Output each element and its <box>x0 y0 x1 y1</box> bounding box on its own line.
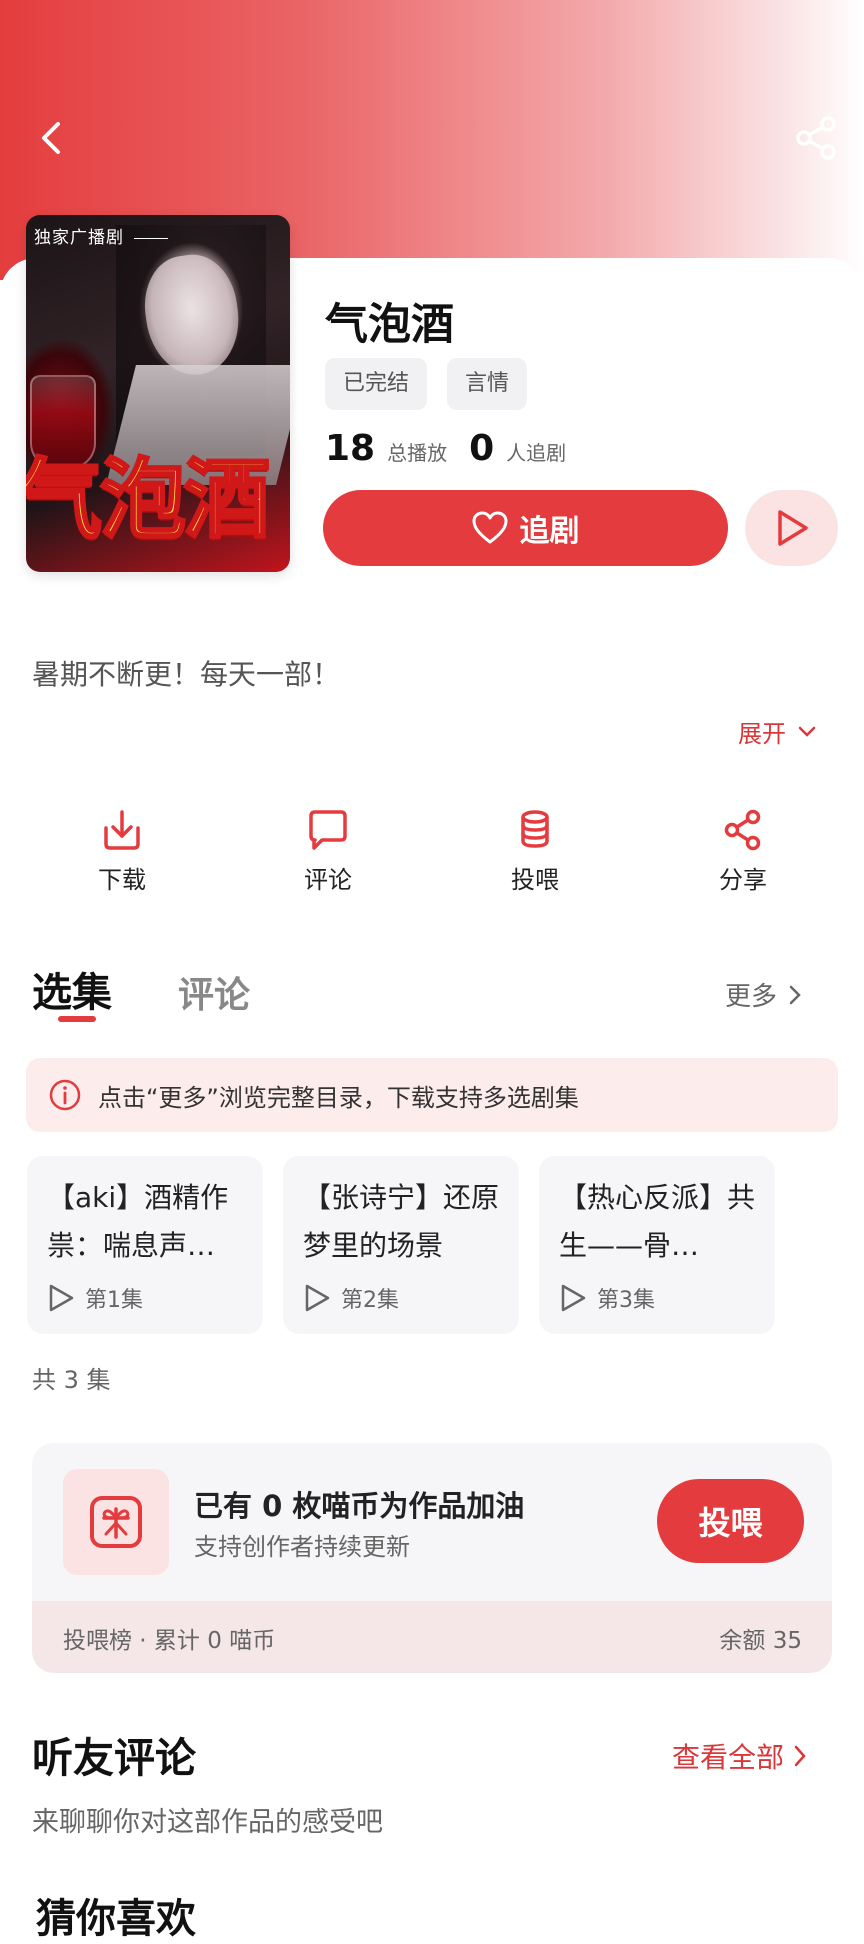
coins-icon <box>521 810 549 848</box>
episode-title: 【aki】酒精作祟：喘息声… <box>47 1181 229 1262</box>
play-icon <box>561 1284 586 1312</box>
chevron-right-icon <box>789 985 801 1004</box>
download-label: 下载 <box>98 866 146 894</box>
info-icon <box>49 1079 81 1111</box>
follower-count-label: 人追剧 <box>506 441 567 465</box>
feed-label: 投喂 <box>511 866 559 894</box>
play-count: 18 <box>325 428 376 469</box>
cover-tag: 独家广播剧 <box>34 223 168 248</box>
comment-action[interactable]: 评论 <box>268 808 388 895</box>
gift-icon <box>90 1496 142 1548</box>
feed-button[interactable]: 投喂 <box>657 1479 804 1563</box>
view-all-label: 查看全部 <box>672 1741 785 1774</box>
heart-icon <box>472 511 507 544</box>
share-action[interactable]: 分享 <box>683 808 803 895</box>
feed-ranking-text: 投喂榜 · 累计 0 喵币 <box>63 1628 276 1654</box>
episode-number: 第1集 <box>85 1288 143 1313</box>
reviews-prompt: 来聊聊你对这部作品的感受吧 <box>32 1807 383 1838</box>
episode-card[interactable]: 【张诗宁】还原梦里的场景 第2集 <box>283 1156 519 1334</box>
tab-comments[interactable]: 评论 <box>178 966 250 1018</box>
cover-image[interactable]: 独家广播剧 气泡酒 <box>26 215 290 572</box>
episode-number: 第2集 <box>341 1288 399 1313</box>
share-label: 分享 <box>719 866 767 894</box>
share-icon <box>724 809 761 851</box>
play-icon <box>305 1284 330 1312</box>
download-icon <box>104 810 140 850</box>
support-card: 已有 0 枚喵币为作品加油 支持创作者持续更新 投喂 投喂榜 · 累计 0 喵币… <box>32 1443 832 1673</box>
notice-banner: 点击“更多”浏览完整目录，下载支持多选剧集 <box>26 1058 838 1132</box>
recommendations-heading: 猜你喜欢 <box>36 1896 196 1942</box>
more-button[interactable]: 更多 <box>725 976 801 1013</box>
support-subtitle: 支持创作者持续更新 <box>194 1533 410 1561</box>
play-icon <box>777 510 808 546</box>
feed-ranking-bar[interactable]: 投喂榜 · 累计 0 喵币 余额 35 <box>32 1601 832 1673</box>
gift-icon-box <box>63 1469 169 1575</box>
chevron-left-icon <box>42 122 60 154</box>
follow-button[interactable]: 追剧 <box>323 490 728 566</box>
play-count-label: 总播放 <box>387 441 448 465</box>
drama-title: 气泡酒 <box>325 300 454 350</box>
episode-card[interactable]: 【热心反派】共生——骨… 第3集 <box>539 1156 775 1334</box>
episode-number-row: 第1集 <box>47 1282 143 1314</box>
comment-icon <box>309 810 347 850</box>
episode-number-row: 第3集 <box>559 1282 655 1314</box>
episode-number-row: 第2集 <box>303 1282 399 1314</box>
share-icon <box>796 116 836 160</box>
follower-count: 0 <box>469 428 495 469</box>
support-title: 已有 0 枚喵币为作品加油 <box>194 1489 525 1523</box>
episode-count: 共 3 集 <box>32 1366 111 1394</box>
balance-text: 余额 35 <box>719 1628 802 1654</box>
play-button[interactable] <box>745 490 838 566</box>
episode-number: 第3集 <box>597 1288 655 1313</box>
episode-card[interactable]: 【aki】酒精作祟：喘息声… 第1集 <box>27 1156 263 1334</box>
share-button-top[interactable] <box>790 112 842 164</box>
more-label: 更多 <box>725 982 778 1012</box>
description: 暑期不断更！每天一部！ <box>32 658 341 691</box>
status-tag[interactable]: 已完结 <box>325 358 428 410</box>
episode-title: 【张诗宁】还原梦里的场景 <box>303 1181 500 1262</box>
genre-tag[interactable]: 言情 <box>447 358 528 410</box>
expand-button[interactable]: 展开 <box>738 714 816 749</box>
download-action[interactable]: 下载 <box>62 808 182 895</box>
play-icon <box>49 1284 74 1312</box>
reviews-heading: 听友评论 <box>32 1734 196 1782</box>
view-all-reviews-button[interactable]: 查看全部 <box>672 1736 806 1776</box>
notice-text: 点击“更多”浏览完整目录，下载支持多选剧集 <box>98 1083 579 1112</box>
episode-title: 【热心反派】共生——骨… <box>559 1181 756 1262</box>
chevron-down-icon <box>798 726 816 737</box>
chevron-right-icon <box>794 1745 806 1767</box>
tab-indicator <box>58 1016 96 1022</box>
comment-label: 评论 <box>304 866 352 894</box>
follow-label: 追剧 <box>519 514 580 549</box>
tab-episodes[interactable]: 选集 <box>32 960 112 1018</box>
feed-action[interactable]: 投喂 <box>475 808 595 895</box>
back-button[interactable] <box>30 112 70 164</box>
expand-label: 展开 <box>738 720 786 748</box>
stats-row: 18 总播放 0 人追剧 <box>325 428 588 476</box>
cover-title: 气泡酒 <box>26 450 272 550</box>
